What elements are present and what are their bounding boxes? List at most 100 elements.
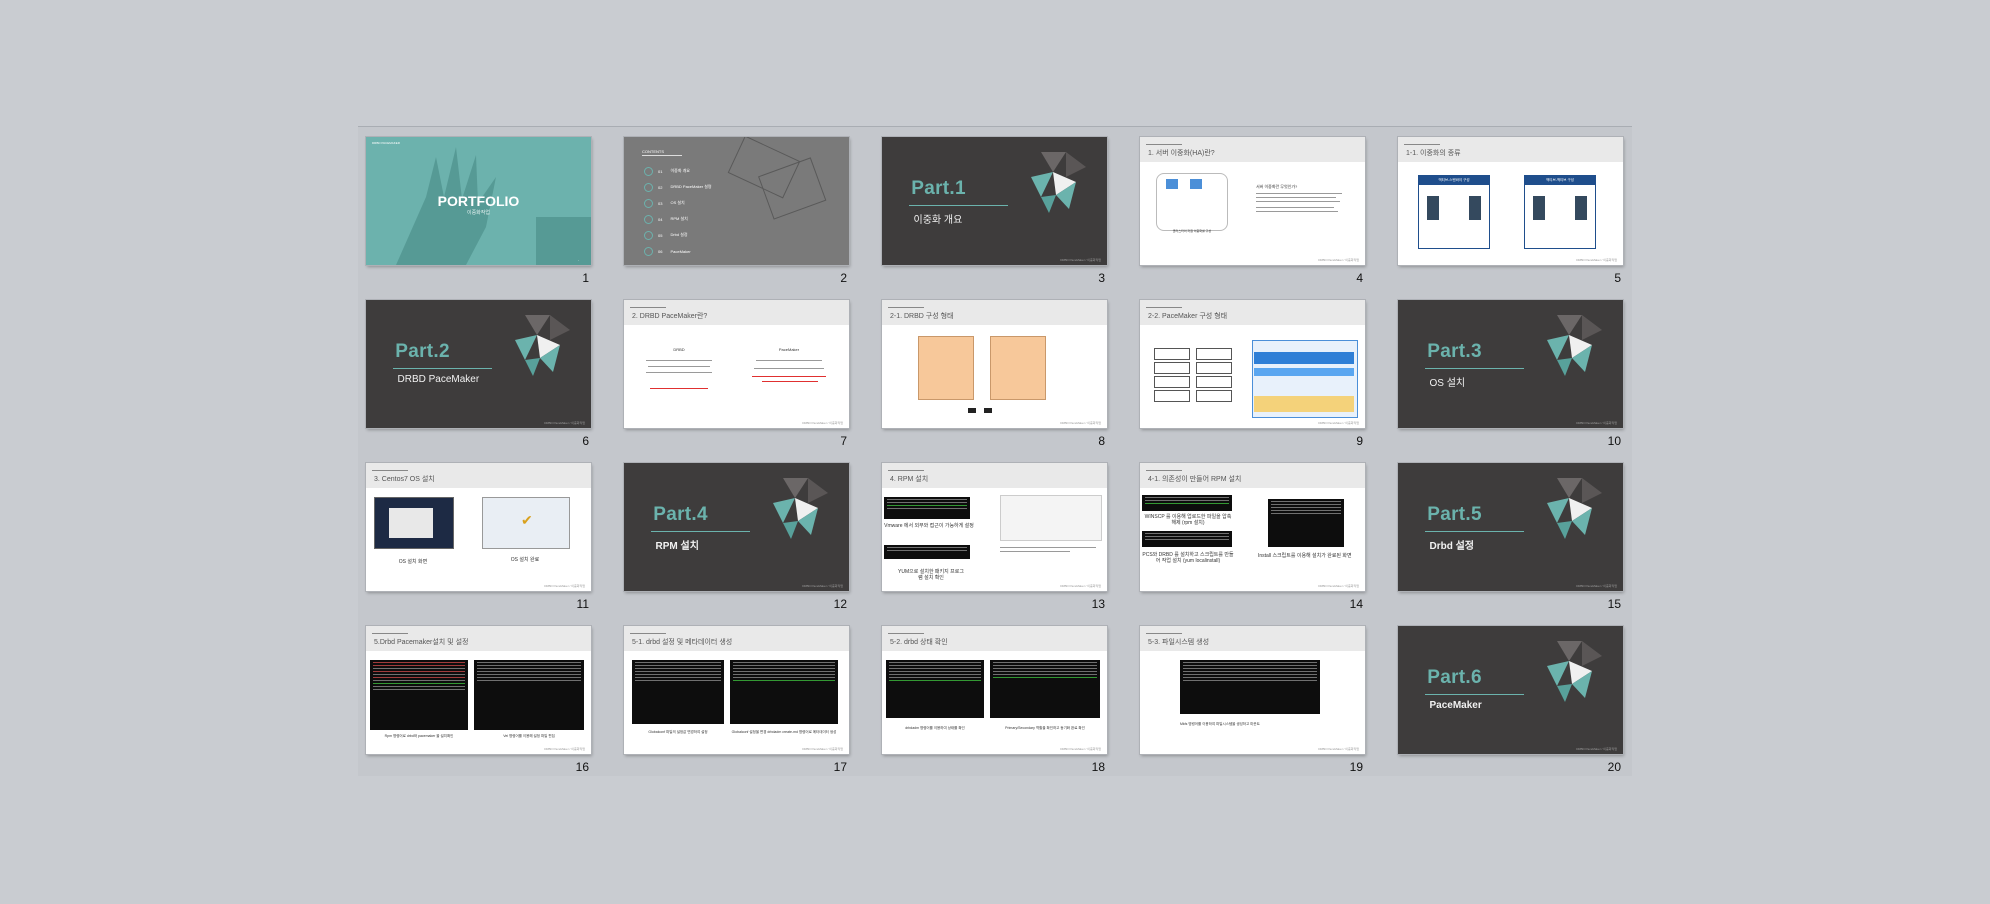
slide-header: 1. 서버 이중화(HA)란?	[1140, 137, 1365, 162]
toc-item-no: 04	[658, 216, 663, 222]
part-subtitle: PaceMaker	[1429, 700, 1482, 712]
text-line	[754, 368, 824, 369]
part-underline	[651, 530, 750, 532]
terminal-screenshot	[1142, 531, 1232, 547]
slide-number: 10	[1607, 434, 1621, 448]
part-subtitle: OS 설치	[1429, 378, 1466, 390]
slide-thumbnail-20[interactable]: Part.6 PaceMaker DRBD PaceMaker / 이중화작업	[1398, 626, 1623, 754]
slide-thumbnail-1[interactable]: DRBD PACEMAKER PORTFOLIO 이중화작업	[366, 137, 591, 265]
slide-thumbnail-2[interactable]: CONTENTS 01 이중화 개요 02 DRBD PaceMaker 설명 …	[624, 137, 849, 265]
toc-item-no: 03	[658, 200, 663, 206]
slide-number: 1	[582, 271, 589, 285]
part-title: Part.2	[395, 340, 450, 362]
slide-thumbnail-17[interactable]: 5-1. drbd 설정 및 메타데이터 생성 Globalconf 파일의 설…	[624, 626, 849, 754]
screenshot-caption: Rpm 명령어로 drbd와 pacemaker 을 설치확인	[384, 734, 454, 738]
toc-item[interactable]: 01 이중화 개요	[644, 163, 734, 179]
image-caption: OS 설치 화면	[398, 559, 428, 565]
header-rule	[630, 307, 666, 308]
slide-footer: DRBD PaceMaker / 이중화작업	[802, 747, 843, 751]
slide-thumbnail-8[interactable]: 2-1. DRBD 구성 형태 DRBD PaceMaker / 이중화작업	[882, 300, 1107, 428]
slide-thumbnail-15[interactable]: Part.5 Drbd 설정 DRBD PaceMaker / 이중화작업	[1398, 463, 1623, 591]
toc-bullet-icon	[644, 214, 653, 224]
terminal-screenshot	[884, 497, 970, 519]
server-icon	[1575, 196, 1587, 220]
header-rule	[1404, 144, 1440, 145]
slide-footer: DRBD PaceMaker / 이중화작업	[1060, 584, 1101, 588]
toc-item[interactable]: 02 DRBD PaceMaker 설명	[644, 179, 734, 195]
part-underline	[1425, 367, 1524, 369]
toc-item-label: Drbd 설정	[670, 232, 688, 237]
part-subtitle: RPM 설치	[655, 541, 699, 553]
toc-item[interactable]: 03 OS 설치	[644, 195, 734, 211]
text-line	[646, 372, 712, 373]
terminal-screenshot	[1142, 495, 1232, 511]
toc-bullet-icon	[644, 246, 653, 256]
header-rule	[1146, 470, 1182, 471]
diagram-caption: 클러스터의 자원 이중화를 구성	[1172, 229, 1212, 233]
text-line	[752, 376, 826, 377]
column-heading: DRBD	[673, 347, 685, 352]
slide-thumbnail-10[interactable]: Part.3 OS 설치 DRBD PaceMaker / 이중화작업	[1398, 300, 1623, 428]
header-rule	[1146, 307, 1182, 308]
slide-title: 3. Centos7 OS 설치	[374, 476, 435, 483]
drbd-node-diagram	[918, 336, 974, 400]
slide-title: 5-2. drbd 상태 확인	[890, 639, 948, 646]
active-standby-card: 액티브-스탠바이 구성	[1418, 175, 1490, 249]
slide-header: 5-1. drbd 설정 및 메타데이터 생성	[624, 626, 849, 651]
network-switch-icon	[984, 408, 992, 413]
header-rule	[888, 470, 924, 471]
slide-title: 1. 서버 이중화(HA)란?	[1148, 150, 1215, 157]
toc-item[interactable]: 06 PaceMaker	[644, 243, 734, 259]
slide-number: 15	[1607, 597, 1621, 611]
slide-thumbnail-6[interactable]: Part.2 DRBD PaceMaker DRBD PaceMaker / 이…	[366, 300, 591, 428]
toc-item[interactable]: 05 Drbd 설정	[644, 227, 734, 243]
toc-item[interactable]: 04 RPM 설치	[644, 211, 734, 227]
slide-thumbnail-12[interactable]: Part.4 RPM 설치 DRBD PaceMaker / 이중화작업	[624, 463, 849, 591]
slide-title: 5-3. 파일시스템 생성	[1148, 639, 1210, 646]
card-title: 액티브-액티브 구성	[1525, 176, 1595, 185]
toc-item-no: 06	[658, 248, 663, 254]
toc-item-no: 01	[658, 168, 663, 174]
slide-thumbnail-16[interactable]: 5.Drbd Pacemaker설치 및 설정 Rpm 명령어로 drbd와 p…	[366, 626, 591, 754]
toc-item-label: OS 설치	[670, 200, 685, 205]
slide-sorter: DRBD PACEMAKER PORTFOLIO 이중화작업 1 CONTENT…	[358, 126, 1632, 776]
slide-thumbnail-18[interactable]: 5-2. drbd 상태 확인 drbdadm 명령어를 이용하여 상태를 확인…	[882, 626, 1107, 754]
slide-footer: DRBD PaceMaker / 이중화작업	[1576, 747, 1617, 751]
slide-thumbnail-5[interactable]: 1-1. 이중화의 종류 액티브-스탠바이 구성 액티브-액티브 구성 DRBD…	[1398, 137, 1623, 265]
screenshot-caption: PCS와 DRBD 를 설치하고 스크립트를 만들어 작업 설치 (yum lo…	[1142, 552, 1234, 564]
slide-header: 5.Drbd Pacemaker설치 및 설정	[366, 626, 591, 651]
header-rule	[372, 470, 408, 471]
slide-footer: DRBD PaceMaker / 이중화작업	[1060, 258, 1101, 262]
slide-thumbnail-7[interactable]: 2. DRBD PaceMaker란? DRBD PaceMaker DRBD …	[624, 300, 849, 428]
terminal-screenshot	[632, 660, 724, 724]
slide-thumbnail-9[interactable]: 2-2. PaceMaker 구성 형태 DRBD PaceMaker / 이중…	[1140, 300, 1365, 428]
screenshot-caption: WINSCP 를 이용해 업로드한 파일을 압축 해제 (rpm 설치)	[1144, 514, 1232, 526]
triangle-logo-icon	[1031, 152, 1087, 214]
toc-item-label: DRBD PaceMaker 설명	[670, 184, 712, 189]
cover-mini-label: DRBD PACEMAKER	[372, 141, 400, 145]
cover-title: PORTFOLIO	[437, 193, 520, 209]
slide-thumbnail-4[interactable]: 1. 서버 이중화(HA)란? 클러스터의 자원 이중화를 구성 서버 이중화란…	[1140, 137, 1365, 265]
part-title: Part.6	[1427, 666, 1482, 688]
slide-thumbnail-11[interactable]: 3. Centos7 OS 설치 ✔ OS 설치 화면 OS 설치 완료 DRB…	[366, 463, 591, 591]
slide-thumbnail-3[interactable]: Part.1 이중화 개요 DRBD PaceMaker / 이중화작업	[882, 137, 1107, 265]
slide-thumbnail-19[interactable]: 5-3. 파일시스템 생성 Mkfs 명령어를 이용하여 파일시스템을 생성하고…	[1140, 626, 1365, 754]
slide-footer: DRBD PaceMaker / 이중화작업	[1318, 258, 1359, 262]
slide-header: 3. Centos7 OS 설치	[366, 463, 591, 488]
screenshot-caption: Globalconf 파일의 설정값 변경하여 설정	[648, 730, 708, 734]
toc-item-label: RPM 설치	[670, 216, 688, 221]
slide-header: 5-2. drbd 상태 확인	[882, 626, 1107, 651]
slide-header: 2. DRBD PaceMaker란?	[624, 300, 849, 325]
stack-box	[1196, 376, 1232, 388]
triangle-logo-icon	[1547, 641, 1603, 703]
architecture-band	[1254, 352, 1354, 364]
slide-number: 14	[1349, 597, 1363, 611]
slide-header: 1-1. 이중화의 종류	[1398, 137, 1623, 162]
stack-box	[1154, 376, 1190, 388]
screenshot-caption: Globalconf 설정을 변경 drbdadm create-md 명령어로…	[731, 730, 837, 734]
slide-footer: DRBD PaceMaker / 이중화작업	[1060, 421, 1101, 425]
text-line	[1256, 211, 1338, 212]
slide-thumbnail-14[interactable]: 4-1. 의존성이 만들어 RPM 설치 WINSCP 를 이용해 업로드한 파…	[1140, 463, 1365, 591]
slide-thumbnail-13[interactable]: 4. RPM 설치 Vmware 에서 외부와 접근이 가능하게 설정 YUM으…	[882, 463, 1107, 591]
toc-item-no: 05	[658, 232, 663, 238]
